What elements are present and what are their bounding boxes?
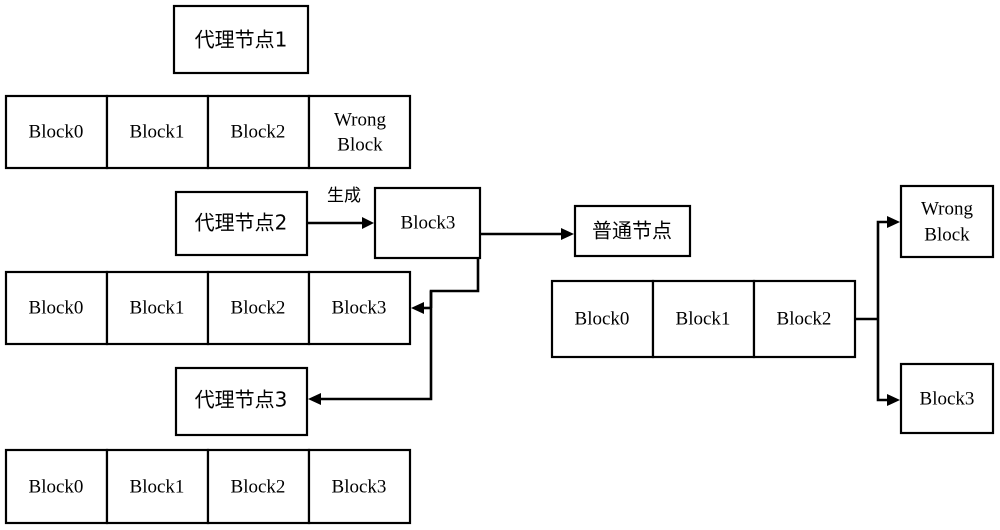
- chain-cell-label-line2: Block: [337, 134, 383, 155]
- normal-node-label: 普通节点: [592, 219, 672, 243]
- proxy-node-3-chain: Block0 Block1 Block2 Block3: [4, 448, 412, 525]
- chain-cell[interactable]: Block1: [105, 448, 210, 525]
- normal-node[interactable]: 普通节点: [573, 204, 692, 258]
- diagram-canvas: 代理节点1 Block0 Block1 Block2 Wrong Block 代…: [0, 0, 1000, 530]
- arrowhead-icon: [887, 394, 900, 406]
- chain-cell[interactable]: Block2: [206, 448, 311, 525]
- chain-cell[interactable]: Block0: [550, 279, 655, 359]
- chain-cell[interactable]: Block2: [206, 94, 311, 170]
- chain-cell-label: Block2: [231, 476, 286, 497]
- chain-cell-label: Block3: [332, 476, 387, 497]
- edge-generate-label: 生成: [327, 186, 361, 206]
- chain-cell[interactable]: Block0: [4, 94, 109, 170]
- chain-cell[interactable]: Block1: [105, 94, 210, 170]
- chain-cell-label: Block1: [130, 476, 185, 497]
- generated-block3[interactable]: Block3: [373, 186, 482, 260]
- chain-cell[interactable]: Block1: [105, 270, 210, 346]
- chain-cell-label: Block2: [231, 121, 286, 142]
- chain-cell[interactable]: Block3: [307, 448, 412, 525]
- candidate-wrong-block-label-line2: Block: [924, 224, 970, 245]
- diagram-svg: 代理节点1 Block0 Block1 Block2 Wrong Block 代…: [4, 4, 995, 525]
- chain-cell[interactable]: Block1: [651, 279, 756, 359]
- candidate-wrong-block-label-line1: Wrong: [921, 198, 973, 219]
- chain-cell-label-line1: Wrong: [334, 109, 386, 130]
- proxy-node-2[interactable]: 代理节点2: [174, 190, 309, 257]
- chain-cell-label: Block2: [231, 297, 286, 318]
- candidate-block3[interactable]: Block3: [899, 362, 995, 435]
- generated-block3-label: Block3: [401, 212, 456, 233]
- proxy-node-3-label: 代理节点3: [195, 388, 288, 412]
- proxy-node-1-label: 代理节点1: [195, 28, 288, 52]
- chain-cell[interactable]: Block0: [4, 448, 109, 525]
- arrowhead-icon: [411, 302, 424, 314]
- arrowhead-icon: [308, 393, 321, 405]
- chain-cell-label: Block3: [332, 297, 387, 318]
- proxy-node-3[interactable]: 代理节点3: [174, 366, 309, 437]
- chain-cell[interactable]: Block2: [752, 279, 857, 359]
- chain-cell-label: Block0: [575, 308, 630, 329]
- normal-node-chain: Block0 Block1 Block2: [550, 279, 857, 359]
- arrowhead-icon: [887, 216, 900, 228]
- proxy-node-2-label: 代理节点2: [195, 211, 288, 235]
- chain-cell[interactable]: Block0: [4, 270, 109, 346]
- chain-cell-label: Block1: [130, 297, 185, 318]
- proxy-node-1-chain: Block0 Block1 Block2 Wrong Block: [4, 94, 412, 170]
- edge-block3-to-chain2: [411, 258, 480, 314]
- arrowhead-icon: [561, 228, 574, 240]
- proxy-node-2-chain: Block0 Block1 Block2 Block3: [4, 270, 412, 346]
- chain-cell-label: Block2: [777, 308, 832, 329]
- chain-cell-label: Block0: [29, 121, 84, 142]
- arrowhead-icon: [362, 217, 374, 229]
- edge-block3-to-normal-node: [480, 228, 574, 240]
- chain-cell[interactable]: Block3: [307, 270, 412, 346]
- edge-branch-candidates: [855, 216, 900, 406]
- edge-generate: 生成: [308, 186, 374, 229]
- chain-cell-label: Block1: [676, 308, 731, 329]
- chain-cell-label: Block0: [29, 297, 84, 318]
- candidate-block3-label: Block3: [920, 388, 975, 409]
- proxy-node-1[interactable]: 代理节点1: [172, 4, 310, 75]
- chain-cell-label: Block1: [130, 121, 185, 142]
- chain-cell-wrong-block[interactable]: Wrong Block: [307, 94, 412, 170]
- candidate-wrong-block[interactable]: Wrong Block: [899, 184, 995, 259]
- chain-cell[interactable]: Block2: [206, 270, 311, 346]
- chain-cell-label: Block0: [29, 476, 84, 497]
